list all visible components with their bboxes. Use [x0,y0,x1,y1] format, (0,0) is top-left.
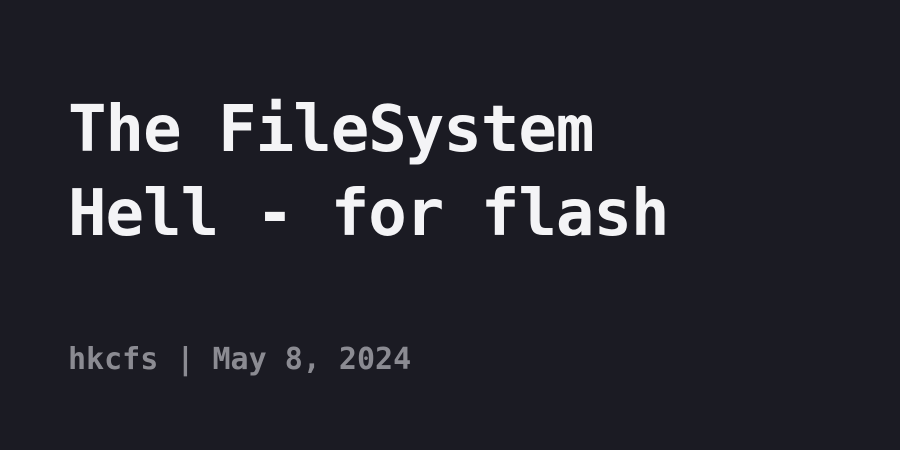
post-author: hkcfs [68,342,159,377]
post-date: May 8, 2024 [212,342,412,377]
post-title: The FileSystem Hell - for flash [68,88,868,256]
post-title-line-2: Hell - for flash [68,177,670,251]
meta-separator: | [158,342,213,377]
post-title-line-1: The FileSystem [68,93,594,167]
post-preview-card: The FileSystem Hell - for flash hkcfs | … [0,0,900,450]
post-meta: hkcfs | May 8, 2024 [68,340,411,380]
